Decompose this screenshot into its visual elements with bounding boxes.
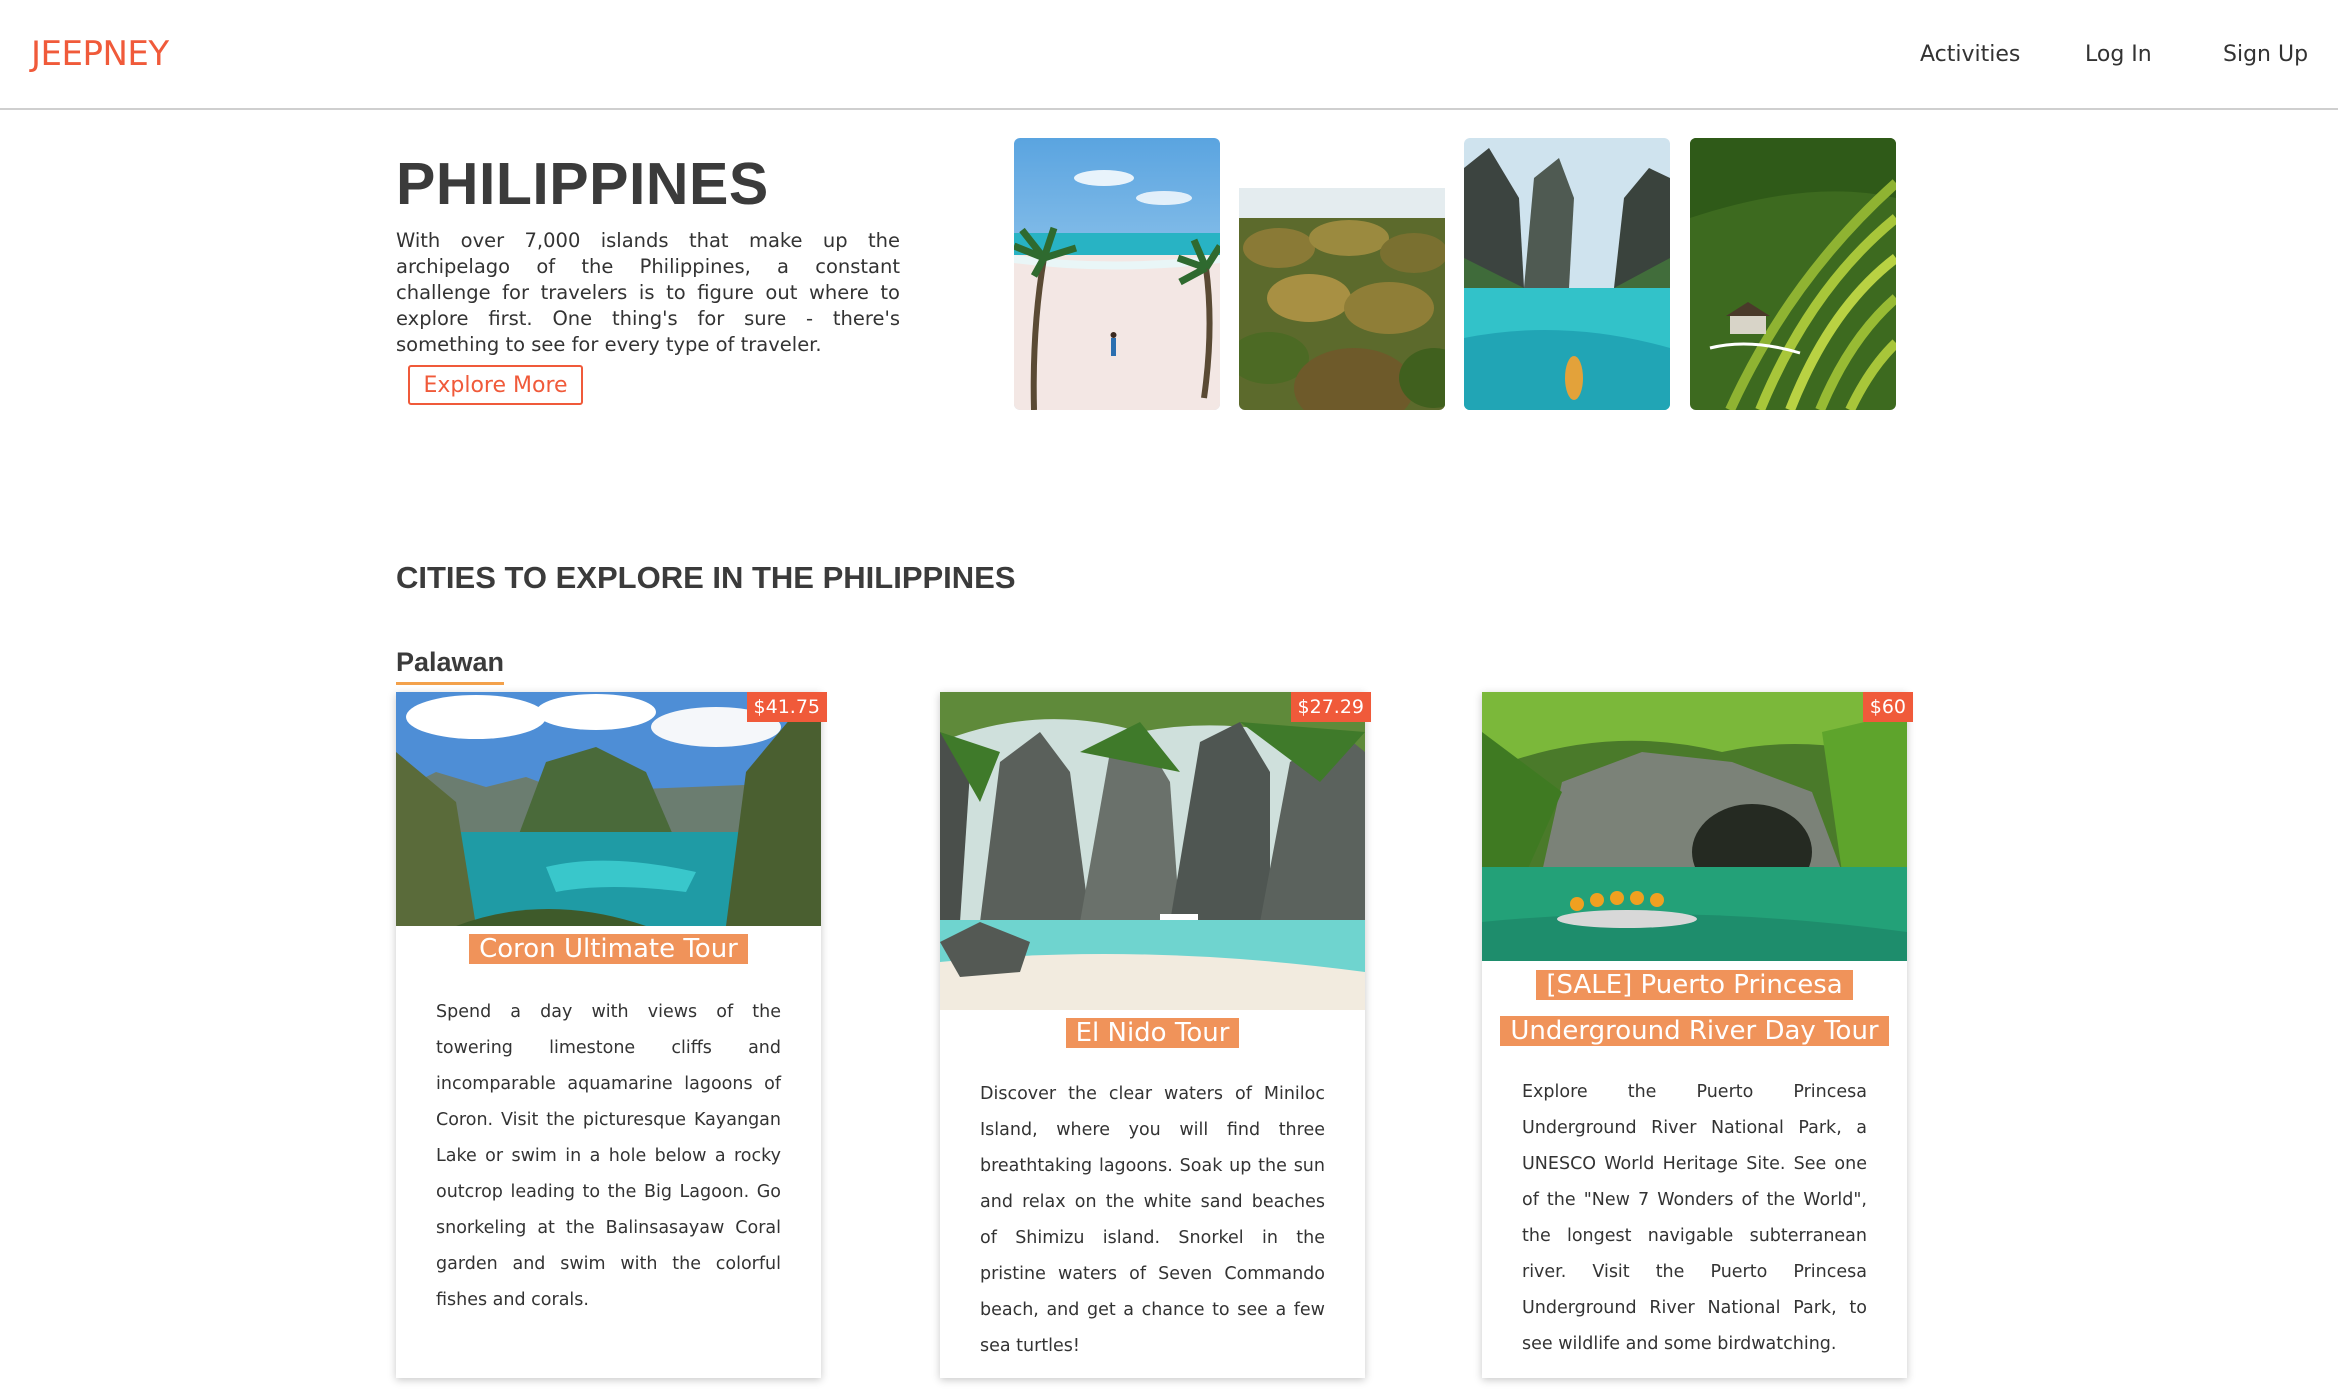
card-description: Discover the clear waters of Miniloc Isl… bbox=[980, 1084, 1325, 1356]
card-title[interactable]: El Nido Tour bbox=[940, 1010, 1365, 1056]
navbar: JEEPNEY Activities Log In Sign Up bbox=[0, 0, 2338, 110]
card-title[interactable]: Coron Ultimate Tour bbox=[396, 926, 821, 972]
card-title[interactable]: [SALE] Puerto Princesa Underground River… bbox=[1482, 962, 1907, 1054]
hero-image-lagoon bbox=[1464, 138, 1670, 410]
price-badge: $60 bbox=[1862, 692, 1913, 722]
logo[interactable]: JEEPNEY bbox=[31, 34, 169, 74]
card-image bbox=[1482, 692, 1907, 961]
card-image bbox=[396, 692, 821, 926]
section-title: CITIES TO EXPLORE IN THE PHILIPPINES bbox=[396, 560, 1016, 595]
hero-image-beach bbox=[1014, 138, 1220, 410]
nav-link-signup[interactable]: Sign Up bbox=[2223, 42, 2308, 67]
hero-image-hills bbox=[1239, 138, 1445, 410]
nav-link-login[interactable]: Log In bbox=[2085, 42, 2152, 67]
card-image bbox=[940, 692, 1365, 1010]
nav-link-activities[interactable]: Activities bbox=[1920, 42, 2020, 67]
tour-card-coron[interactable]: $41.75 Coron Ultimate Tour Spend a day w… bbox=[396, 692, 827, 1378]
tour-card-el-nido[interactable]: $27.29 El Nido Tour Discover the clear w… bbox=[940, 692, 1371, 1378]
tour-card-puerto-princesa[interactable]: $60 [SALE] Puerto Princesa Underground R… bbox=[1482, 692, 1913, 1378]
price-badge: $27.29 bbox=[1290, 692, 1371, 722]
card-description: Spend a day with views of the towering l… bbox=[436, 1002, 781, 1310]
hero-image-terraces bbox=[1690, 138, 1896, 410]
hero-description: With over 7,000 islands that make up the… bbox=[396, 229, 900, 356]
card-description: Explore the Puerto Princesa Underground … bbox=[1522, 1082, 1867, 1354]
city-title: Palawan bbox=[396, 647, 505, 685]
price-badge: $41.75 bbox=[746, 692, 827, 722]
explore-more-button[interactable]: Explore More bbox=[408, 365, 583, 405]
page-title: PHILIPPINES bbox=[396, 151, 769, 217]
